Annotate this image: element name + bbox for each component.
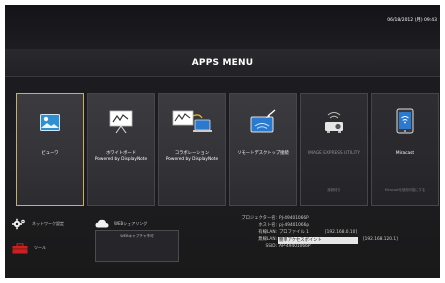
remote-desktop-icon [250, 109, 276, 133]
tile-label: Miracast [395, 151, 415, 156]
tile-status: Miracastを使用可能にする [384, 188, 426, 192]
cloud-icon [95, 219, 109, 228]
tile-viewer[interactable]: ビューワ [16, 93, 84, 206]
web-sharing-header: WEBシェアリング [95, 219, 147, 228]
tile-collaboration[interactable]: コラボレーション Powered by DisplayNote [158, 93, 226, 206]
info-ssid: SSID: AP-49401066P [211, 243, 436, 251]
tile-label: ホワイトボード Powered by DisplayNote [94, 151, 148, 162]
gear-icon [12, 218, 25, 230]
tile-image-express-utility[interactable]: IMAGE EXPRESS UTILITY 接続待ち [300, 93, 368, 206]
datetime-display: 06/18/2012 (月) 09:43 [387, 18, 437, 23]
web-sharing-label: WEBシェアリング [114, 220, 148, 226]
tile-miracast[interactable]: Miracast Miracastを使用可能にする [371, 93, 439, 206]
tools-button[interactable]: ツール [12, 242, 46, 254]
network-settings-button[interactable]: ネットワーク設定 [12, 218, 64, 230]
toolbox-icon [12, 242, 28, 253]
tile-label: リモートデスクトップ接続 [237, 151, 289, 156]
projector-wireless-icon [325, 112, 343, 133]
ssid-value: AP-49401066P [279, 244, 311, 249]
web-capture-status: WEBキャプチャ不可 [120, 234, 154, 238]
apps-menu-screen: 06/18/2012 (月) 09:43 APPS MENU ビューワ ホワイト… [5, 5, 440, 278]
tile-label: IMAGE EXPRESS UTILITY [308, 151, 360, 156]
network-settings-label: ネットワーク設定 [32, 221, 64, 226]
page-title: APPS MENU [191, 57, 254, 68]
tablet-icon [396, 108, 414, 134]
whiteboard-icon [109, 110, 133, 134]
tools-label: ツール [34, 245, 46, 250]
tile-remote-desktop[interactable]: リモートデスクトップ接続 [229, 93, 297, 206]
title-bar: APPS MENU [5, 49, 440, 77]
ssid-key: SSID: [265, 244, 277, 249]
bottom-panel: ネットワーク設定 ツール WEBシェアリング WEBキャプチャ不可 プロジェクタ… [5, 206, 440, 278]
tile-status: 接続待ち [327, 188, 341, 192]
projector-info: プロジェクター名: PJ-49401066P ホスト名: pj-49401066… [211, 215, 436, 271]
collaboration-icon [172, 110, 212, 132]
image-viewer-icon [40, 114, 60, 131]
app-tiles: ビューワ ホワイトボード Powered by DisplayNote コラボレ… [16, 93, 439, 206]
tile-label: ビューワ [41, 151, 59, 156]
tile-whiteboard[interactable]: ホワイトボード Powered by DisplayNote [87, 93, 155, 206]
tile-label: コラボレーション Powered by DisplayNote [165, 151, 219, 162]
web-capture-panel: WEBキャプチャ不可 [95, 230, 179, 262]
